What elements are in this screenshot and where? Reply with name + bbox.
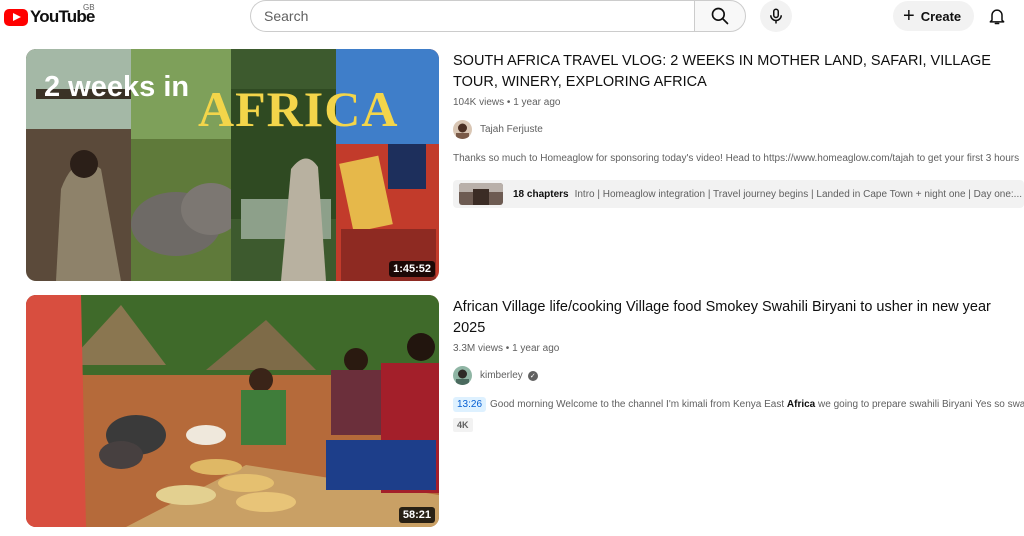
view-count: 3.3M views (453, 343, 504, 354)
video-description: 13:26 Good morning Welcome to the channel… (453, 397, 1024, 412)
upload-age: 1 year ago (513, 97, 561, 108)
video-result[interactable]: 58:21 African Village life/cooking Villa… (26, 295, 1024, 527)
video-metadata: 3.3M views • 1 year ago (453, 343, 1024, 354)
thumbnail-text-2: AFRICA (198, 81, 398, 137)
verified-check-icon: ✓ (527, 370, 538, 381)
description-text-end: we going to prepare swahili Biryani Yes … (815, 399, 1024, 410)
create-button[interactable]: + Create (893, 1, 974, 31)
quality-badge: 4K (453, 418, 473, 432)
video-info: SOUTH AFRICA TRAVEL VLOG: 2 WEEKS IN MOT… (453, 49, 1024, 208)
upload-age: 1 year ago (512, 343, 560, 354)
description-text: Good morning Welcome to the channel I'm … (490, 399, 787, 410)
video-description: Thanks so much to Homeaglow for sponsori… (453, 153, 1020, 164)
video-title[interactable]: SOUTH AFRICA TRAVEL VLOG: 2 WEEKS IN MOT… (453, 51, 1024, 93)
create-label: Create (920, 8, 962, 24)
channel-name[interactable]: kimberley (480, 370, 523, 381)
video-title[interactable]: African Village life/cooking Village foo… (453, 297, 1024, 339)
video-duration: 1:45:52 (389, 261, 435, 277)
thumbnail-image: 2 weeks in AFRICA (26, 49, 439, 281)
description-highlight: Africa (786, 399, 816, 410)
thumbnail-text-1: 2 weeks in (44, 71, 189, 103)
microphone-icon (770, 8, 782, 24)
youtube-play-icon (4, 8, 28, 26)
search-button[interactable] (694, 0, 746, 32)
search-bar (250, 0, 746, 32)
chapter-thumbnail (459, 183, 503, 205)
masthead: YouTube GB + Create (0, 0, 1024, 36)
channel-avatar[interactable] (453, 366, 472, 385)
voice-search-button[interactable] (760, 0, 792, 32)
video-thumbnail[interactable]: 58:21 (26, 295, 439, 527)
channel-info[interactable]: kimberley ✓ (453, 366, 1024, 385)
channel-avatar[interactable] (453, 120, 472, 139)
video-duration: 58:21 (398, 507, 435, 523)
search-input[interactable] (250, 0, 694, 32)
plus-icon: + (903, 5, 915, 27)
chapters-bar[interactable]: 18 chapters Intro | Homeaglow integratio… (453, 180, 1024, 208)
channel-name[interactable]: Tajah Ferjuste (480, 124, 543, 135)
notifications-button[interactable] (985, 4, 1009, 28)
chapters-list: Intro | Homeaglow integration | Travel j… (574, 188, 1023, 200)
bell-icon (989, 9, 1005, 25)
youtube-logo[interactable]: YouTube (4, 7, 95, 27)
thumbnail-image (26, 295, 439, 527)
video-info: African Village life/cooking Village foo… (453, 295, 1024, 433)
chapters-count: 18 chapters (513, 188, 569, 200)
channel-info[interactable]: Tajah Ferjuste (453, 120, 1024, 139)
video-thumbnail[interactable]: 2 weeks in AFRICA 1:45:52 (26, 49, 439, 281)
timestamp-link[interactable]: 13:26 (453, 397, 487, 412)
country-code: GB (83, 3, 95, 12)
search-icon (711, 7, 729, 25)
video-metadata: 104K views • 1 year ago (453, 97, 1024, 108)
view-count: 104K views (453, 97, 505, 108)
video-result[interactable]: 2 weeks in AFRICA 1:45:52 SOUTH AFRICA T… (26, 49, 1024, 281)
